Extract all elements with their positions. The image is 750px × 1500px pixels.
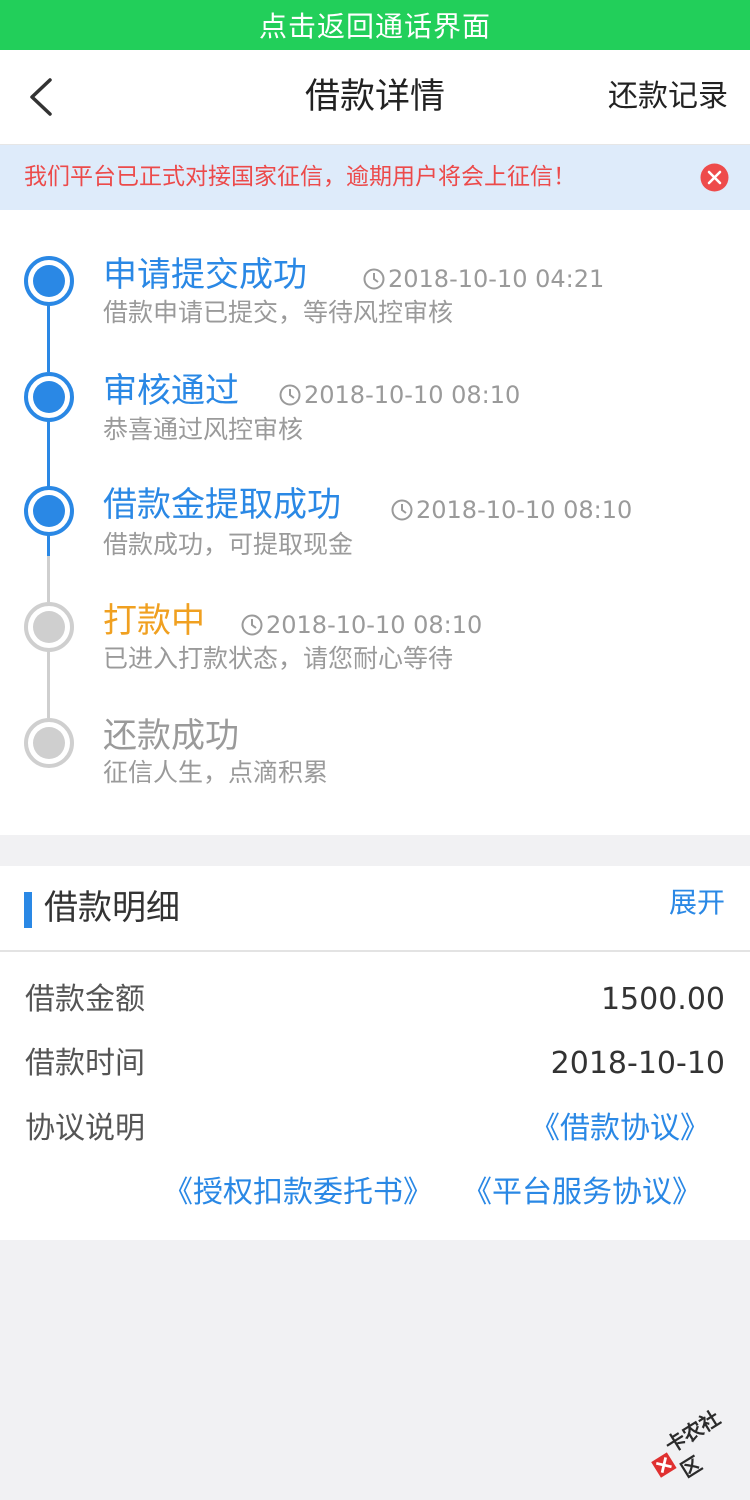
step-title: 还款成功 (103, 716, 239, 756)
platform-service-agreement-link[interactable]: 《平台服务协议》 (462, 1173, 702, 1213)
step-title: 审核通过 (103, 371, 239, 411)
return-to-call-banner[interactable]: 点击返回通话界面 (0, 0, 750, 50)
step-time-text: 2018-10-10 08:10 (416, 496, 633, 524)
timeline-line-4 (47, 646, 50, 718)
step-time: 2018-10-10 08:10 (390, 495, 632, 525)
section-title: 借款明细 (44, 888, 180, 928)
section-accent-bar (24, 892, 32, 928)
clock-icon (363, 268, 385, 290)
close-icon[interactable] (700, 163, 729, 192)
step-description: 借款申请已提交，等待风控审核 (103, 298, 454, 327)
step-time-text: 2018-10-10 08:10 (304, 381, 521, 409)
timeline-node-step-1 (24, 256, 74, 306)
timeline-line-3b (47, 556, 50, 602)
timeline-node-step-5 (24, 718, 74, 768)
loan-progress-timeline: 申请提交成功 2018-10-10 04:21 借款申请已提交，等待风控审核 审… (0, 210, 750, 835)
step-time: 2018-10-10 08:10 (240, 610, 482, 640)
clock-icon (391, 499, 413, 521)
repayment-record-button[interactable]: 还款记录 (608, 50, 728, 144)
return-to-call-text: 点击返回通话界面 (258, 10, 491, 43)
notice-text: 我们平台已正式对接国家征信，逾期用户将会上征信！ (24, 164, 576, 190)
clock-icon (279, 384, 301, 406)
timeline-node-step-2 (24, 372, 74, 422)
navbar: 借款详情 还款记录 (0, 50, 750, 145)
step-description: 已进入打款状态，请您耐心等待 (103, 644, 454, 673)
loan-time-value: 2018-10-10 (550, 1046, 725, 1081)
credit-notice-bar: 我们平台已正式对接国家征信，逾期用户将会上征信！ (0, 145, 750, 210)
timeline-line-1 (47, 300, 50, 372)
step-title: 申请提交成功 (103, 255, 307, 295)
loan-amount-value: 1500.00 (600, 982, 725, 1017)
step-time: 2018-10-10 08:10 (278, 380, 520, 410)
loan-amount-label: 借款金额 (25, 982, 145, 1017)
debit-authorization-link[interactable]: 《授权扣款委托书》 (163, 1173, 433, 1213)
step-title: 借款金提取成功 (103, 485, 341, 525)
loan-detail-section: 借款明细 展开 借款金额 1500.00 借款时间 2018-10-10 协议说… (0, 866, 750, 1240)
step-description: 借款成功，可提取现金 (103, 530, 354, 559)
step-time-text: 2018-10-10 04:21 (388, 265, 605, 293)
step-description: 征信人生，点滴积累 (103, 758, 329, 787)
clock-icon (241, 614, 263, 636)
agreement-label: 协议说明 (25, 1111, 145, 1146)
expand-button[interactable]: 展开 (669, 866, 725, 940)
step-time-text: 2018-10-10 08:10 (266, 611, 483, 639)
detail-header: 借款明细 展开 (0, 866, 750, 952)
timeline-node-step-4 (24, 602, 74, 652)
loan-time-label: 借款时间 (25, 1046, 145, 1081)
loan-agreement-link[interactable]: 《借款协议》 (530, 1109, 710, 1149)
step-title: 打款中 (103, 601, 205, 641)
timeline-node-step-3 (24, 486, 74, 536)
step-time: 2018-10-10 04:21 (362, 264, 604, 294)
watermark: 卡农社区 (637, 1390, 750, 1500)
step-description: 恭喜通过风控审核 (103, 415, 304, 444)
timeline-line-2 (47, 416, 50, 488)
